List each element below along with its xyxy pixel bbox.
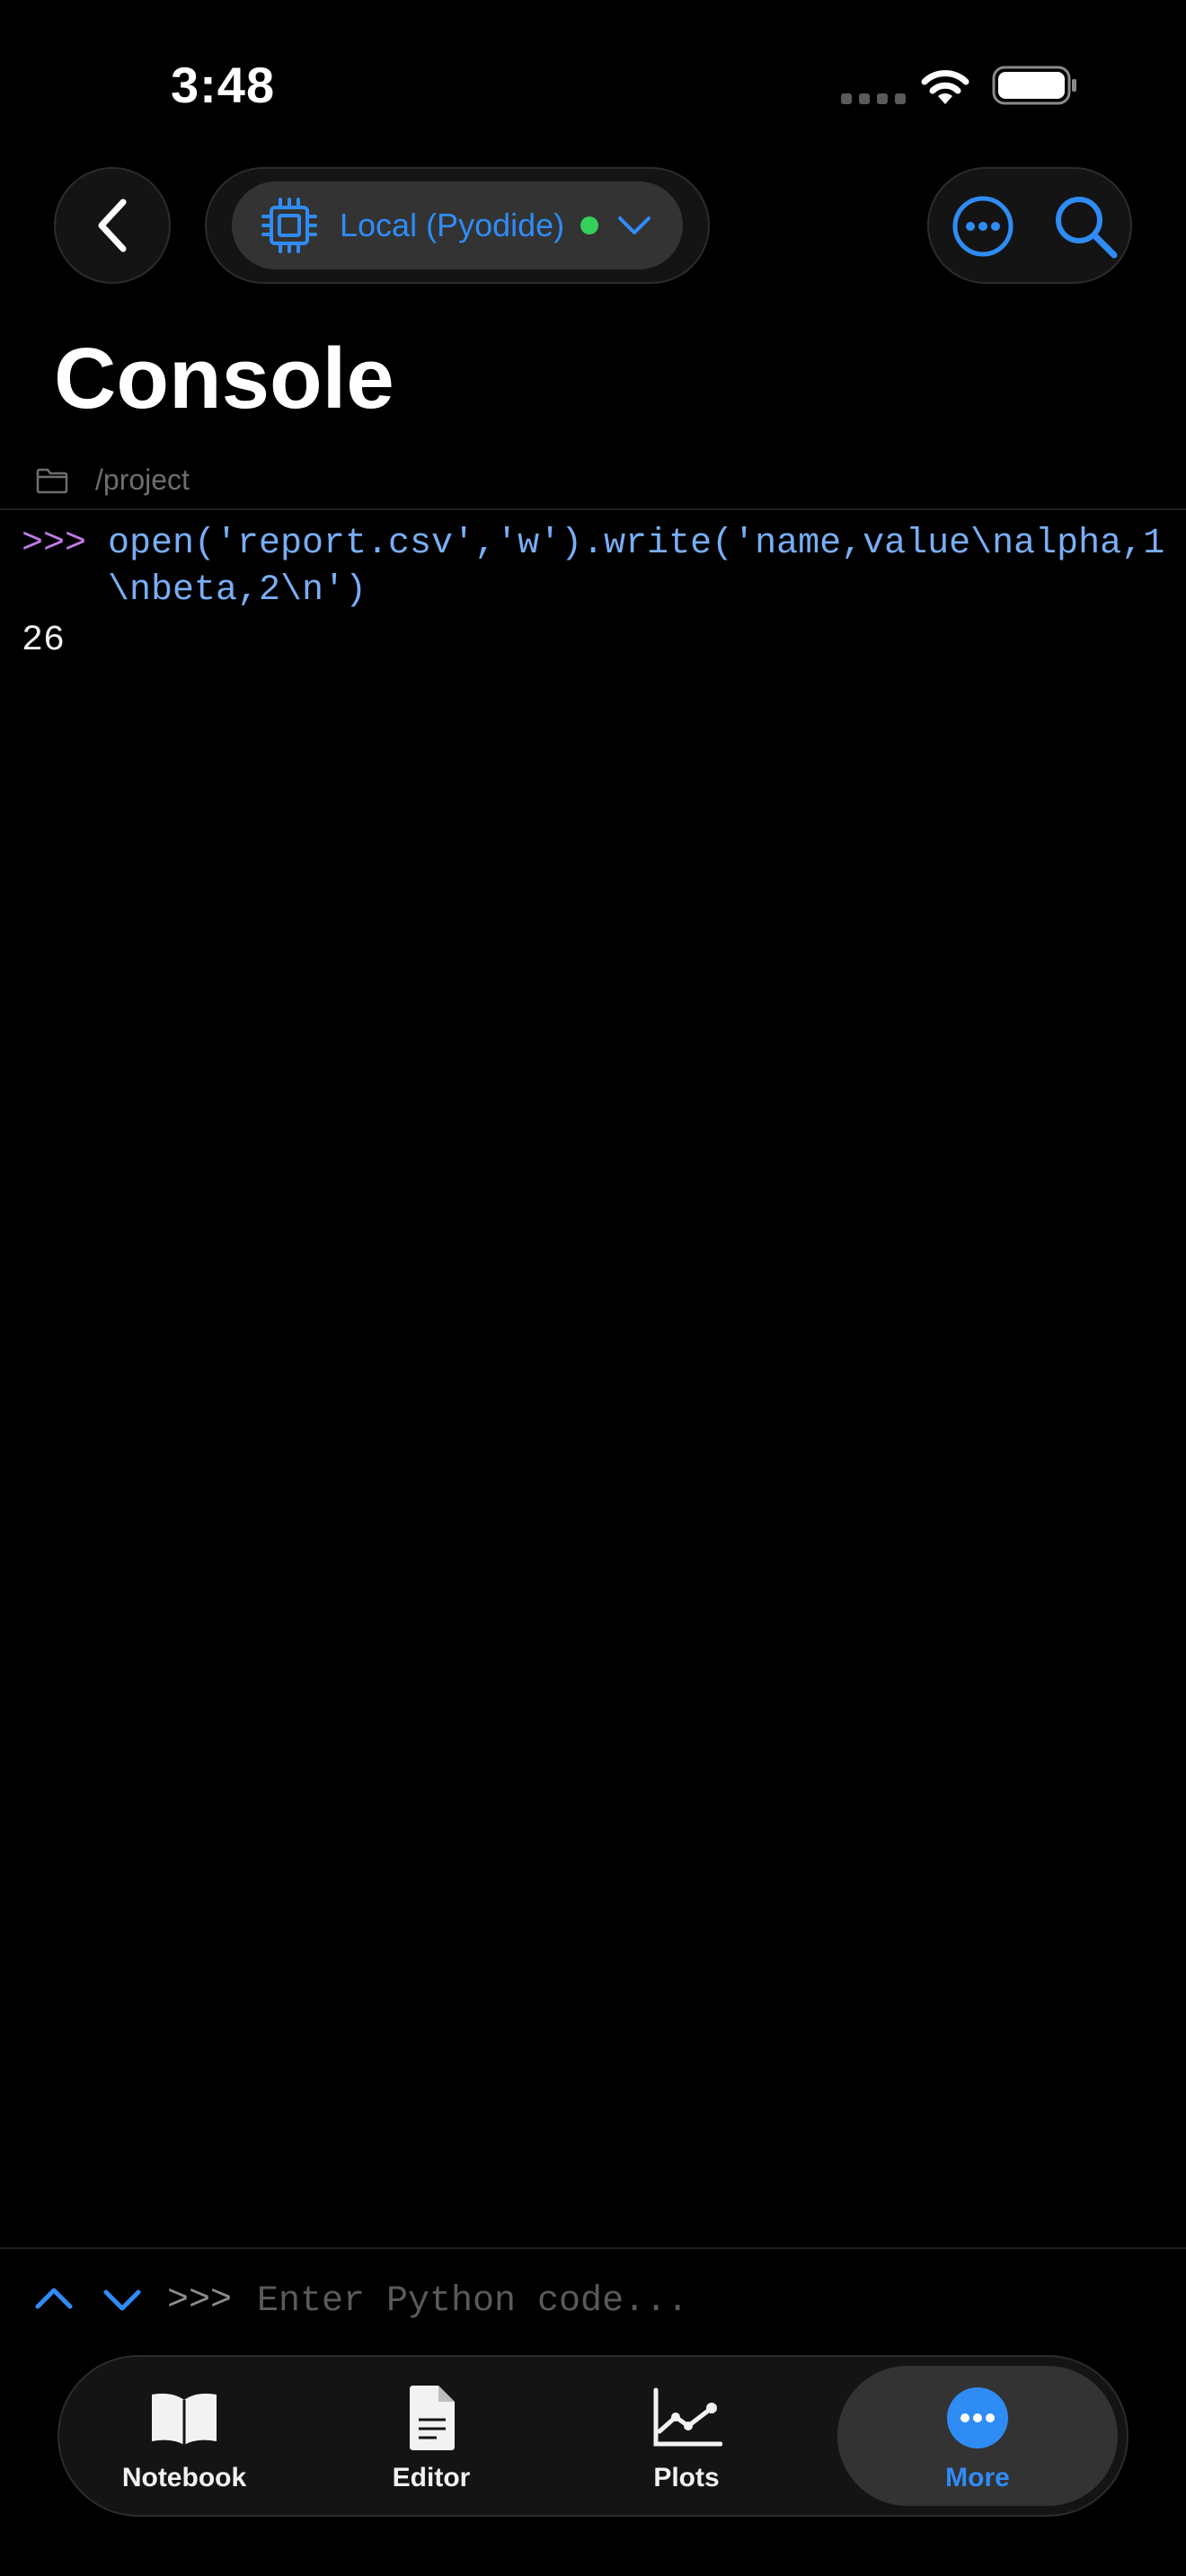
chevron-down-icon [103,2289,141,2311]
search-icon [1056,197,1118,259]
history-up-button[interactable] [34,2280,74,2324]
tab-editor[interactable]: Editor [368,2357,494,2515]
tab-more[interactable]: More [837,2366,1118,2506]
book-icon [146,2384,222,2452]
kernel-status-dot [580,216,599,234]
document-icon [404,2384,458,2452]
chevron-down-icon [616,214,652,237]
console-prompt: >>> [22,524,87,564]
wifi-icon [918,65,972,110]
search-button[interactable] [1051,192,1120,260]
chevron-left-icon [98,198,127,252]
status-time: 3:48 [171,57,276,113]
tab-label: Plots [653,2463,720,2492]
page-title: Console [54,331,394,427]
working-directory[interactable]: /project [36,463,190,497]
line-chart-icon [651,2384,722,2452]
history-down-button[interactable] [102,2280,142,2324]
tab-bar: Notebook Editor Plots More [58,2355,1128,2517]
cpu-chip-icon [261,198,317,253]
directory-path: /project [95,463,190,496]
kernel-selector-container: Local (Pyodide) [205,167,710,284]
kernel-selector[interactable]: Local (Pyodide) [232,181,683,269]
code-input-bar: >>> [0,2247,1186,2355]
divider [0,508,1186,510]
chevron-up-icon [35,2288,73,2309]
ellipsis-circle-icon [945,2384,1010,2452]
more-options-button[interactable] [949,192,1017,260]
ellipsis-circle-icon [952,196,1013,257]
folder-icon [36,468,68,493]
header-actions [927,167,1132,284]
console-input-code: open('report.csv','w').write('name,value… [108,524,1165,611]
back-button[interactable] [54,167,171,284]
python-code-input[interactable] [257,2271,1137,2332]
tab-plots[interactable]: Plots [624,2357,749,2515]
tab-notebook[interactable]: Notebook [99,2357,270,2515]
tab-label: Notebook [121,2463,247,2492]
kernel-label: Local (Pyodide) [340,207,565,243]
cellular-signal-icon [841,93,906,104]
console-output: 26 [22,621,66,661]
input-prompt: >>> [167,2280,233,2321]
tab-label: More [945,2463,1010,2492]
battery-icon [992,65,1078,110]
tab-label: Editor [392,2463,471,2492]
